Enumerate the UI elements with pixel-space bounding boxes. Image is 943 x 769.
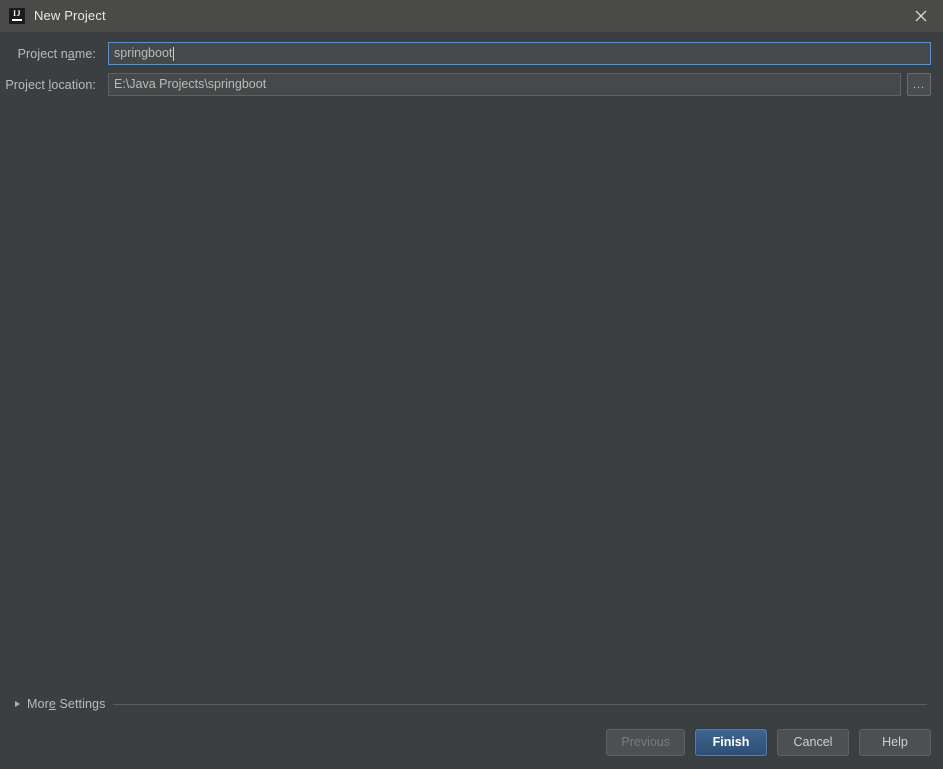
app-icon-underline	[12, 19, 22, 21]
new-project-dialog: IJ New Project Project name: springboot …	[0, 0, 943, 769]
close-icon	[915, 10, 926, 21]
more-settings-mnemonic: e	[48, 697, 56, 711]
intellij-idea-icon: IJ	[9, 7, 25, 24]
close-button[interactable]	[898, 0, 943, 31]
more-settings-separator	[113, 703, 927, 705]
text-caret	[173, 46, 175, 61]
cancel-button[interactable]: Cancel	[777, 728, 849, 756]
ellipsis-icon: ...	[912, 78, 926, 91]
project-form: Project name: springboot Project locatio…	[0, 32, 943, 96]
finish-button[interactable]: Finish	[695, 728, 767, 756]
project-location-row: Project location: E:\Java Projects\sprin…	[0, 73, 943, 96]
dialog-footer: Previous Finish Cancel Help	[0, 715, 943, 769]
dialog-title: New Project	[34, 8, 106, 23]
previous-button[interactable]: Previous	[606, 728, 685, 756]
project-name-row: Project name: springboot	[0, 42, 943, 65]
project-location-label: Project location:	[5, 77, 96, 92]
project-name-value: springboot	[114, 46, 173, 60]
project-name-label: Project name:	[17, 46, 96, 61]
more-settings-label: More Settings	[27, 697, 106, 711]
dialog-content: Project name: springboot Project locatio…	[0, 32, 943, 715]
project-location-value: E:\Java Projects\springboot	[114, 77, 267, 91]
dialog-titlebar: IJ New Project	[0, 0, 943, 32]
browse-location-button[interactable]: ...	[907, 73, 931, 96]
project-location-input[interactable]: E:\Java Projects\springboot	[108, 73, 901, 96]
chevron-right-icon	[15, 701, 20, 707]
app-icon-label: IJ	[12, 9, 22, 19]
project-name-input[interactable]: springboot	[108, 42, 931, 65]
more-settings-section[interactable]: More Settings	[0, 693, 943, 715]
help-button[interactable]: Help	[859, 728, 931, 756]
project-name-mnemonic: a	[67, 46, 75, 61]
